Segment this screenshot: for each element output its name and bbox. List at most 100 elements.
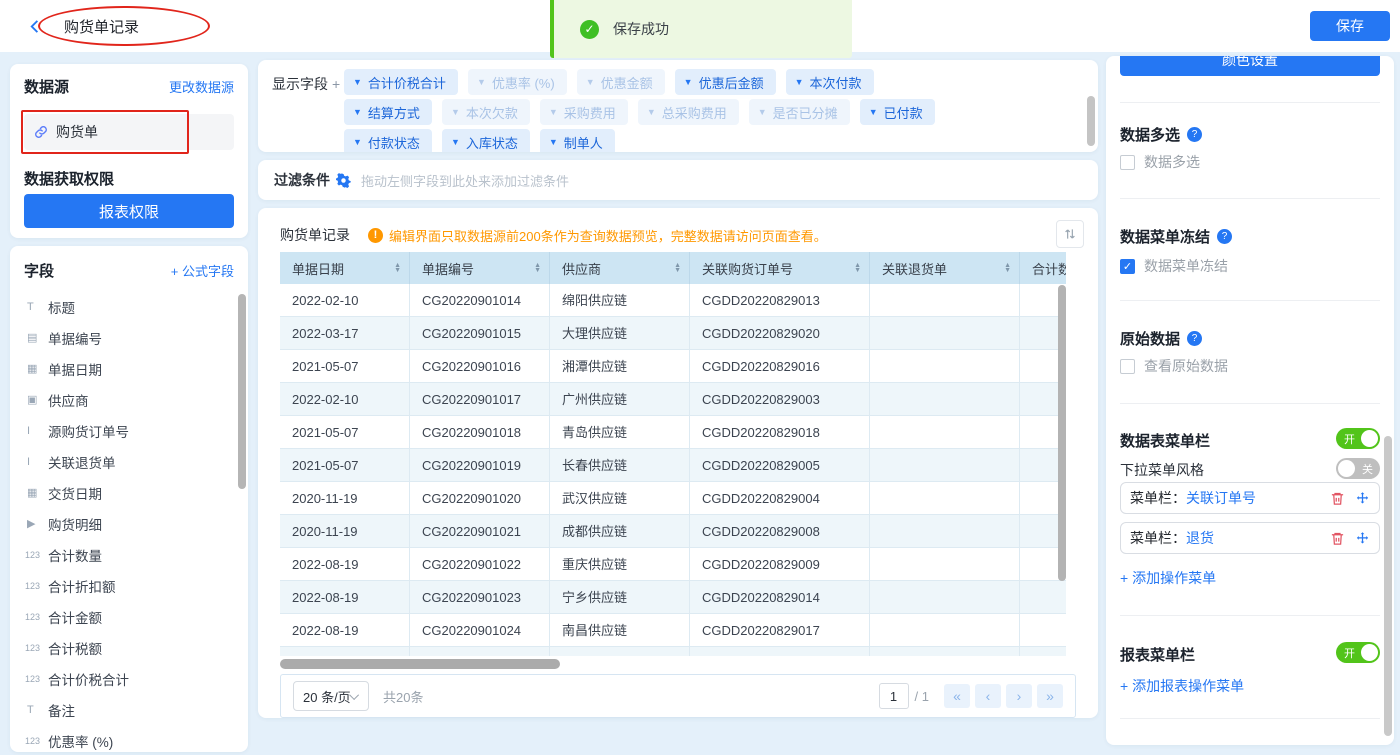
- report-permission-button[interactable]: 报表权限: [24, 194, 234, 228]
- field-item-total-tax[interactable]: 123合计税额: [24, 632, 234, 663]
- datasource-pill[interactable]: 购货单: [24, 114, 234, 150]
- field-item-source-order[interactable]: I源购货订单号: [24, 415, 234, 446]
- table-row[interactable]: 2022-03-17CG20220901015大理供应链CGDD20220829…: [280, 317, 1066, 350]
- raw-data-checkbox[interactable]: 查看原始数据: [1120, 356, 1380, 376]
- sort-arrows-icon[interactable]: [1056, 220, 1084, 248]
- menu-bar-item[interactable]: 菜单栏： 关联订单号: [1120, 482, 1380, 514]
- table-row[interactable]: 2022-08-19CG20220901022重庆供应链CGDD20220829…: [280, 548, 1066, 581]
- display-chip[interactable]: ▼结算方式: [344, 99, 432, 125]
- display-chip[interactable]: ▼付款状态: [344, 129, 432, 152]
- field-item-doc-date[interactable]: ▦单据日期: [24, 353, 234, 384]
- menu-bar-item[interactable]: 菜单栏： 退货: [1120, 522, 1380, 554]
- back-icon[interactable]: [28, 18, 43, 40]
- save-button[interactable]: 保存: [1310, 11, 1390, 41]
- multi-select-checkbox[interactable]: 数据多选: [1120, 152, 1380, 172]
- add-display-field-button[interactable]: +: [328, 76, 340, 92]
- display-chip[interactable]: ▼合计价税合计: [344, 69, 458, 95]
- gear-icon[interactable]: [336, 173, 351, 188]
- table-vertical-scrollbar[interactable]: [1058, 285, 1066, 581]
- chip-label: 制单人: [564, 133, 603, 152]
- table-row[interactable]: 2022-02-10CG20220901014绵阳供应链CGDD20220829…: [280, 284, 1066, 317]
- column-header[interactable]: 关联退货单▲▼: [870, 252, 1020, 284]
- add-report-menu-link[interactable]: + 添加报表操作菜单: [1120, 676, 1380, 696]
- menu-freeze-checkbox[interactable]: ✓ 数据菜单冻结: [1120, 256, 1380, 276]
- field-item-total-qty[interactable]: 123合计数量: [24, 539, 234, 570]
- table-menu-toggle[interactable]: 开: [1336, 428, 1380, 449]
- table-row[interactable]: 2022-08-19CG20220901023宁乡供应链CGDD20220829…: [280, 581, 1066, 614]
- display-chip[interactable]: ▼优惠金额: [577, 69, 665, 95]
- add-action-menu-link[interactable]: + 添加操作菜单: [1120, 568, 1380, 588]
- column-header[interactable]: 合计数量: [1020, 252, 1066, 284]
- sort-carets-icon[interactable]: ▲▼: [674, 263, 681, 273]
- sort-carets-icon[interactable]: ▲▼: [394, 263, 401, 273]
- prev-page-button[interactable]: ‹: [975, 684, 1001, 708]
- table-horizontal-scrollbar[interactable]: [280, 659, 1076, 669]
- field-item-return-doc[interactable]: I关联退货单: [24, 446, 234, 477]
- table-row[interactable]: 2020-11-19CG20220901021成都供应链CGDD20220829…: [280, 515, 1066, 548]
- dropdown-style-toggle[interactable]: 关: [1336, 458, 1380, 479]
- display-chip[interactable]: ▼入库状态: [442, 129, 530, 152]
- field-item-discount-rate[interactable]: 123优惠率 (%): [24, 725, 234, 752]
- display-chip[interactable]: ▼已付款: [860, 99, 935, 125]
- sort-carets-icon[interactable]: ▲▼: [1004, 263, 1011, 273]
- help-icon[interactable]: ?: [1217, 229, 1232, 244]
- table-row[interactable]: 2021-05-07CG20220901016湘潭供应链CGDD20220829…: [280, 350, 1066, 383]
- field-item-total-discount[interactable]: 123合计折扣额: [24, 570, 234, 601]
- add-formula-field-link[interactable]: + 公式字段: [171, 261, 234, 280]
- table-row[interactable]: 2022-08-19CG20220901024南昌供应链CGDD20220829…: [280, 614, 1066, 647]
- field-item-total-incl-tax[interactable]: 123合计价税合计: [24, 663, 234, 694]
- next-page-button[interactable]: ›: [1006, 684, 1032, 708]
- help-icon[interactable]: ?: [1187, 331, 1202, 346]
- total-count: 共20条: [383, 687, 423, 706]
- sort-carets-icon[interactable]: ▲▼: [854, 263, 861, 273]
- color-settings-button[interactable]: 颜色设置: [1120, 56, 1380, 76]
- trash-icon[interactable]: [1330, 491, 1345, 506]
- display-chip[interactable]: ▼本次付款: [786, 69, 874, 95]
- field-item-title[interactable]: T标题: [24, 291, 234, 322]
- first-page-button[interactable]: «: [944, 684, 970, 708]
- page-number-input[interactable]: [879, 683, 909, 709]
- report-menu-toggle[interactable]: 开: [1336, 642, 1380, 663]
- checkbox-checked[interactable]: ✓: [1120, 259, 1135, 274]
- help-icon[interactable]: ?: [1187, 127, 1202, 142]
- display-chip[interactable]: ▼优惠后金额: [675, 69, 776, 95]
- field-item-supplier[interactable]: ▣供应商: [24, 384, 234, 415]
- field-item-delivery-date[interactable]: ▦交货日期: [24, 477, 234, 508]
- trash-icon[interactable]: [1330, 531, 1345, 546]
- column-header[interactable]: 供应商▲▼: [550, 252, 690, 284]
- cell: [870, 515, 1020, 548]
- document-icon: ▤: [24, 331, 48, 344]
- table-row[interactable]: 2021-05-07CG20220901018青岛供应链CGDD20220829…: [280, 416, 1066, 449]
- display-chip[interactable]: ▼优惠率 (%): [468, 69, 567, 95]
- display-chip[interactable]: ▼总采购费用: [638, 99, 739, 125]
- column-header[interactable]: 单据编号▲▼: [410, 252, 550, 284]
- datasource-name: 购货单: [56, 122, 98, 142]
- display-chip[interactable]: ▼制单人: [540, 129, 615, 152]
- sort-carets-icon[interactable]: ▲▼: [534, 263, 541, 273]
- display-chip[interactable]: ▼采购费用: [540, 99, 628, 125]
- checkbox-unchecked[interactable]: [1120, 155, 1135, 170]
- table-row[interactable]: 2021-05-07CG20220901019长春供应链CGDD20220829…: [280, 449, 1066, 482]
- field-item-doc-no[interactable]: ▤单据编号: [24, 322, 234, 353]
- checkbox-unchecked[interactable]: [1120, 359, 1135, 374]
- field-item-remark[interactable]: T备注: [24, 694, 234, 725]
- settings-scrollbar[interactable]: [1384, 436, 1392, 736]
- table-row[interactable]: 2020-11-19CG20220901020武汉供应链CGDD20220829…: [280, 482, 1066, 515]
- display-chip[interactable]: ▼本次欠款: [442, 99, 530, 125]
- fields-scrollbar[interactable]: [238, 294, 246, 489]
- field-item-detail[interactable]: ▶购货明细: [24, 508, 234, 539]
- page-title: 购货单记录: [48, 11, 165, 42]
- column-header[interactable]: 关联购货订单号▲▼: [690, 252, 870, 284]
- move-icon[interactable]: [1355, 531, 1370, 546]
- chip-label: 是否已分摊: [773, 103, 838, 122]
- column-header[interactable]: 单据日期▲▼: [280, 252, 410, 284]
- cell: CGDD20220829020: [690, 317, 870, 350]
- last-page-button[interactable]: »: [1037, 684, 1063, 708]
- display-fields-scrollbar[interactable]: [1087, 96, 1095, 146]
- display-chip[interactable]: ▼是否已分摊: [749, 99, 850, 125]
- table-row[interactable]: 2022-02-10CG20220901017广州供应链CGDD20220829…: [280, 383, 1066, 416]
- change-datasource-link[interactable]: 更改数据源: [169, 77, 234, 96]
- field-item-total-amount[interactable]: 123合计金额: [24, 601, 234, 632]
- page-size-select[interactable]: 20 条/页: [293, 681, 369, 711]
- move-icon[interactable]: [1355, 491, 1370, 506]
